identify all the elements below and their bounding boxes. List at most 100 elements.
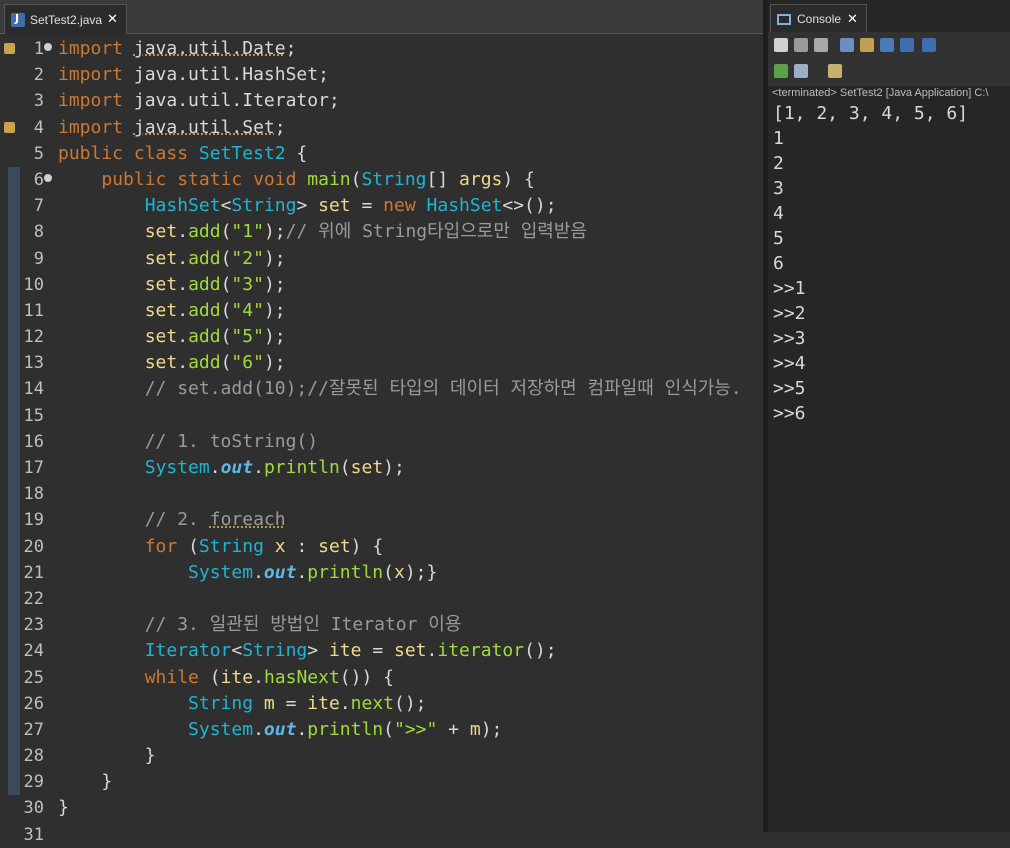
console-output[interactable]: [1, 2, 3, 4, 5, 6] 1 2 3 4 5 6 >>1 >>2 >>3 >>4 >>5 >… [773, 101, 968, 426]
line-gutter[interactable]: 9 [0, 245, 55, 272]
display-selected-console-icon[interactable] [794, 64, 808, 78]
line-gutter[interactable]: 23 [0, 612, 55, 639]
code-line[interactable]: 5 public class SetTest2 { [0, 141, 763, 167]
code-text: public class SetTest2 { [58, 141, 307, 167]
code-token: "3" [231, 273, 264, 295]
line-number: 23 [23, 615, 44, 636]
code-line[interactable]: 11 set.add("4"); [0, 297, 763, 325]
code-line[interactable]: 26 String m = ite.next(); [0, 690, 763, 717]
line-gutter[interactable]: 13 [0, 350, 55, 377]
code-token: java.util.Iterator; [133, 90, 340, 112]
code-line[interactable]: 23 // 3. 일관된 방법인 Iterator 이용 [0, 612, 763, 639]
line-gutter[interactable]: 27 [0, 716, 55, 744]
code-text: import java.util.Set; [58, 115, 286, 141]
code-editor[interactable]: SetTest2.java ✕ 1import java.util.Date;2… [0, 0, 763, 845]
line-gutter[interactable]: 14 [0, 376, 55, 403]
code-line[interactable]: 19 // 2. foreach [0, 507, 763, 534]
code-text: import java.util.HashSet; [58, 62, 329, 88]
line-gutter[interactable]: 25 [0, 664, 55, 691]
code-line[interactable]: 31 [0, 822, 763, 848]
code-line[interactable]: 9 set.add("2"); [0, 245, 763, 272]
line-gutter[interactable]: 11 [0, 297, 55, 325]
line-gutter[interactable]: 26 [0, 690, 55, 717]
line-gutter[interactable]: 28 [0, 743, 55, 770]
code-token: ( [339, 457, 351, 478]
code-line[interactable]: 25 while (ite.hasNext()) { [0, 664, 763, 691]
code-line[interactable]: 6 public static void main(String[] args)… [0, 166, 763, 194]
close-tab-icon[interactable]: ✕ [107, 12, 118, 27]
line-gutter[interactable]: 15 [0, 402, 55, 429]
show-on-error-icon[interactable] [922, 38, 936, 52]
code-token: x [274, 535, 286, 557]
line-gutter[interactable]: 1 [0, 36, 55, 62]
code-line[interactable]: 12 set.add("5"); [0, 324, 763, 351]
code-line[interactable]: 17 System.out.println(set); [0, 455, 763, 482]
code-line[interactable]: 13 set.add("6"); [0, 350, 763, 377]
code-line[interactable]: 20 for (String x : set) { [0, 533, 763, 560]
terminate-icon[interactable] [774, 38, 788, 52]
code-line[interactable]: 7 HashSet<String> set = new HashSet<>(); [0, 193, 763, 220]
clear-console-icon[interactable] [840, 38, 854, 52]
scroll-lock-icon[interactable] [860, 38, 874, 52]
line-gutter[interactable]: 24 [0, 638, 55, 665]
line-gutter[interactable]: 29 [0, 769, 55, 796]
code-token: . [209, 457, 221, 478]
line-gutter[interactable]: 6 [0, 166, 55, 194]
line-gutter[interactable]: 18 [0, 481, 55, 508]
code-area[interactable]: 1 import java.util.Date; 2 import java.util… [0, 36, 763, 848]
fold-toggle-icon[interactable] [44, 173, 52, 182]
tab-settest2-java[interactable]: SetTest2.java ✕ [4, 4, 127, 34]
code-line[interactable]: 3 import java.util.Iterator; [0, 88, 763, 114]
line-gutter[interactable]: 21 [0, 559, 55, 586]
code-line[interactable]: 15 [0, 402, 763, 429]
code-line[interactable]: 8 set.add("1");// 위에 String타입으로만 입력받음 [0, 219, 763, 246]
tab-console[interactable]: Console ✕ [770, 4, 867, 33]
line-gutter[interactable]: 7 [0, 193, 55, 220]
code-token: set [144, 273, 178, 295]
code-line[interactable]: 28 } [0, 743, 763, 770]
code-line[interactable]: 22 [0, 585, 763, 613]
line-gutter[interactable]: 10 [0, 271, 55, 298]
code-token: < [231, 640, 243, 662]
console-output-line: >>4 [773, 353, 806, 374]
code-token: ( [220, 273, 232, 295]
tab-label: SetTest2.java [30, 12, 103, 27]
line-gutter[interactable]: 31 [0, 822, 55, 848]
show-on-output-icon[interactable] [900, 38, 914, 52]
line-gutter[interactable]: 19 [0, 507, 55, 534]
code-line[interactable]: 18 [0, 481, 763, 508]
fold-toggle-icon[interactable] [44, 43, 52, 51]
line-gutter[interactable]: 8 [0, 219, 55, 246]
close-console-icon[interactable]: ✕ [847, 12, 858, 27]
line-gutter[interactable]: 5 [0, 141, 55, 167]
code-token: ) { [502, 168, 535, 190]
line-gutter[interactable]: 4 [0, 115, 55, 141]
word-wrap-icon[interactable] [880, 38, 894, 52]
code-line[interactable]: 10 set.add("3"); [0, 271, 763, 298]
line-gutter[interactable]: 30 [0, 795, 55, 821]
code-line[interactable]: 1 import java.util.Date; [0, 36, 763, 62]
console-output-line: 2 [773, 153, 784, 174]
line-gutter[interactable]: 16 [0, 428, 55, 455]
line-gutter[interactable]: 17 [0, 455, 55, 482]
line-gutter[interactable]: 22 [0, 585, 55, 613]
line-number: 4 [33, 117, 44, 138]
code-line[interactable]: 2 import java.util.HashSet; [0, 62, 763, 88]
code-line[interactable]: 14 // set.add(10);//잘못된 타입의 데이터 저장하면 컴파일… [0, 376, 763, 403]
line-gutter[interactable]: 20 [0, 533, 55, 560]
code-line[interactable]: 16 // 1. toString() [0, 428, 763, 455]
pin-console-icon[interactable] [774, 64, 788, 78]
line-gutter[interactable]: 12 [0, 324, 55, 351]
open-console-icon[interactable] [828, 64, 842, 78]
code-line[interactable]: 4 import java.util.Set; [0, 115, 763, 141]
code-line[interactable]: 30} [0, 795, 763, 821]
line-gutter[interactable]: 2 [0, 62, 55, 88]
code-line[interactable]: 27 System.out.println(">>" + m); [0, 716, 763, 744]
remove-all-terminated-icon[interactable] [814, 38, 828, 52]
code-line[interactable]: 29 } [0, 769, 763, 796]
line-gutter[interactable]: 3 [0, 88, 55, 114]
remove-launch-icon[interactable] [794, 38, 808, 52]
code-line[interactable]: 24 Iterator<String> ite = set.iterator()… [0, 638, 763, 665]
code-line[interactable]: 21 System.out.println(x);} [0, 559, 763, 586]
